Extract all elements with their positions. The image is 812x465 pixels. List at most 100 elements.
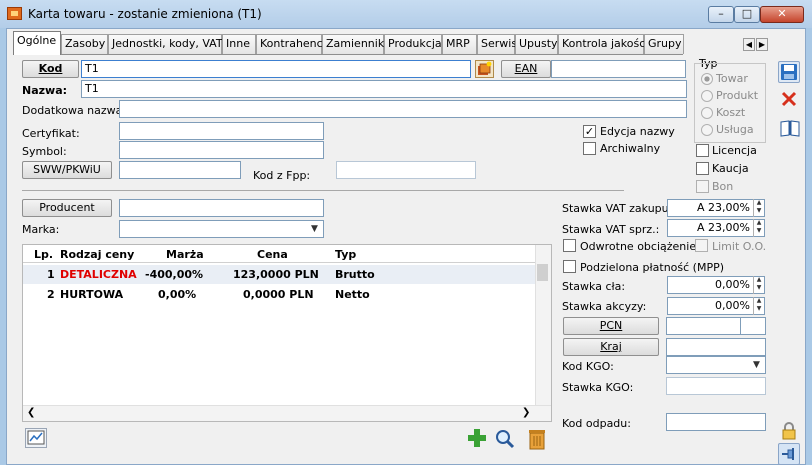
stawka-cla-input[interactable]: 0,00% (667, 276, 765, 294)
sww-pkwiu-input[interactable] (119, 161, 241, 179)
tab-kontrola-jakosci[interactable]: Kontrola jakości (558, 34, 648, 54)
cla-spinner-icon[interactable]: ▲ ▼ (753, 276, 764, 294)
typ-produkt-radio[interactable] (701, 90, 713, 102)
typ-koszt-radio[interactable] (701, 107, 713, 119)
row1-rodzaj: DETALICZNA (60, 268, 137, 281)
scroll-right-arrow-icon[interactable]: ❯ (522, 407, 530, 418)
kraj-button[interactable]: Kraj (563, 338, 659, 356)
book-icon (780, 120, 800, 137)
tab-upusty[interactable]: Upusty (515, 34, 558, 54)
producent-input[interactable] (119, 199, 324, 217)
kraj-input[interactable] (666, 338, 766, 356)
ean-button[interactable]: EAN (501, 60, 551, 78)
edycja-nazwy-checkbox[interactable]: ✓ (583, 125, 596, 138)
tab-ogolne[interactable]: Ogólne (13, 31, 61, 55)
tab-scroll-right-button[interactable]: ▶ (756, 38, 768, 51)
tab-serwis[interactable]: Serwis (477, 34, 517, 54)
vat-sprz-spinner-icon[interactable]: ▲ ▼ (753, 219, 764, 237)
bon-checkbox[interactable] (696, 180, 709, 193)
archiwalny-label: Archiwalny (600, 142, 661, 155)
kod-odpadu-label: Kod odpadu: (562, 417, 631, 430)
pin-button[interactable] (778, 443, 800, 465)
tab-kontrahenci[interactable]: Kontrahenci (256, 34, 326, 54)
pcn-input-divider (740, 318, 741, 334)
licencja-checkbox[interactable] (696, 144, 709, 157)
sww-pkwiu-button[interactable]: SWW/PKWiU (22, 161, 112, 179)
pcn-button[interactable]: PCN (563, 317, 659, 335)
akcyzy-spinner-icon[interactable]: ▲ ▼ (753, 297, 764, 315)
chevron-down-icon[interactable]: ▼ (306, 221, 323, 237)
lookup-icon[interactable] (475, 60, 494, 78)
kod-button[interactable]: Kod (22, 60, 79, 78)
stawka-vat-zakupu-label: Stawka VAT zakupu: (562, 202, 673, 215)
chart-icon[interactable] (25, 428, 47, 448)
nazwa-label: Nazwa: (22, 84, 68, 97)
tab-produkcja[interactable]: Produkcja (384, 34, 442, 54)
kaucja-checkbox[interactable] (696, 162, 709, 175)
tab-mrp[interactable]: MRP (442, 34, 477, 54)
tab-jednostki[interactable]: Jednostki, kody, VAT (108, 34, 223, 54)
typ-produkt-label: Produkt (716, 89, 759, 102)
col-cena-header[interactable]: Cena (257, 248, 288, 261)
pcn-input[interactable] (666, 317, 766, 335)
tab-scroll-left-button[interactable]: ◀ (743, 38, 755, 51)
dodatkowa-nazwa-input[interactable] (119, 100, 687, 118)
cancel-button[interactable] (778, 88, 800, 110)
lock-icon[interactable] (780, 421, 798, 441)
maximize-button[interactable]: □ (734, 6, 760, 23)
certyfikat-input[interactable] (119, 122, 324, 140)
col-rodzaj-ceny-header[interactable]: Rodzaj ceny (60, 248, 134, 261)
kraj-button-label: Kraj (600, 340, 622, 353)
window-title: Karta towaru - zostanie zmieniona (T1) (28, 7, 262, 21)
book-button[interactable] (778, 117, 800, 139)
ean-input[interactable] (551, 60, 686, 78)
row1-marza: -400,00% (145, 268, 204, 281)
edycja-nazwy-label: Edycja nazwy (600, 125, 675, 138)
typ-towar-radio[interactable] (701, 73, 713, 85)
chevron-down-icon[interactable]: ▼ (748, 357, 765, 373)
kod-input[interactable]: T1 (81, 60, 471, 78)
archiwalny-checkbox[interactable] (583, 142, 596, 155)
marka-select[interactable] (119, 220, 324, 238)
minimize-button[interactable]: – (708, 6, 734, 23)
grid-vertical-scroll-thumb[interactable] (537, 264, 548, 281)
col-lp-header[interactable]: Lp. (34, 248, 53, 261)
producent-button[interactable]: Producent (22, 199, 112, 217)
stawka-akcyzy-input[interactable]: 0,00% (667, 297, 765, 315)
symbol-input[interactable] (119, 141, 324, 159)
typ-usluga-label: Usługa (716, 123, 754, 136)
symbol-label: Symbol: (22, 145, 67, 158)
grid-horizontal-scrollbar[interactable] (23, 405, 551, 421)
stawka-kgo-input[interactable] (666, 377, 766, 395)
podzielona-platnosc-label: Podzielona płatność (MPP) (580, 261, 725, 274)
tab-grupy[interactable]: Grupy (644, 34, 684, 54)
kod-fpp-input[interactable] (336, 161, 476, 179)
odwrotne-obciazenie-checkbox[interactable] (563, 239, 576, 252)
stawka-vat-sprz-input[interactable]: A 23,00% (667, 219, 765, 237)
pin-icon (782, 448, 794, 460)
typ-usluga-radio[interactable] (701, 124, 713, 136)
row2-typ: Netto (335, 288, 370, 301)
typ-koszt-label: Koszt (716, 106, 746, 119)
podzielona-platnosc-checkbox[interactable] (563, 260, 576, 273)
stawka-vat-zakupu-input[interactable]: A 23,00% (667, 199, 765, 217)
scroll-left-arrow-icon[interactable]: ❮ (27, 407, 35, 418)
kod-button-label: Kod (38, 62, 63, 75)
col-typ-header[interactable]: Typ (335, 248, 356, 261)
nazwa-input[interactable]: T1 (81, 80, 687, 98)
add-icon[interactable] (467, 428, 487, 448)
tab-inne[interactable]: Inne (222, 34, 256, 54)
vat-zakupu-spinner-icon[interactable]: ▲ ▼ (753, 199, 764, 217)
bon-label: Bon (712, 180, 734, 193)
limit-oo-checkbox[interactable] (695, 239, 708, 252)
trash-icon[interactable] (527, 428, 547, 450)
tab-zamienniki[interactable]: Zamienniki (322, 34, 387, 54)
kod-odpadu-input[interactable] (666, 413, 766, 431)
close-window-button[interactable]: ✕ (760, 6, 804, 23)
search-icon[interactable] (494, 428, 516, 450)
tab-zasoby[interactable]: Zasoby (61, 34, 108, 54)
row2-marza: 0,00% (158, 288, 197, 301)
save-button[interactable] (778, 61, 800, 83)
row2-lp: 2 (47, 288, 55, 301)
col-marza-header[interactable]: Marża (166, 248, 204, 261)
